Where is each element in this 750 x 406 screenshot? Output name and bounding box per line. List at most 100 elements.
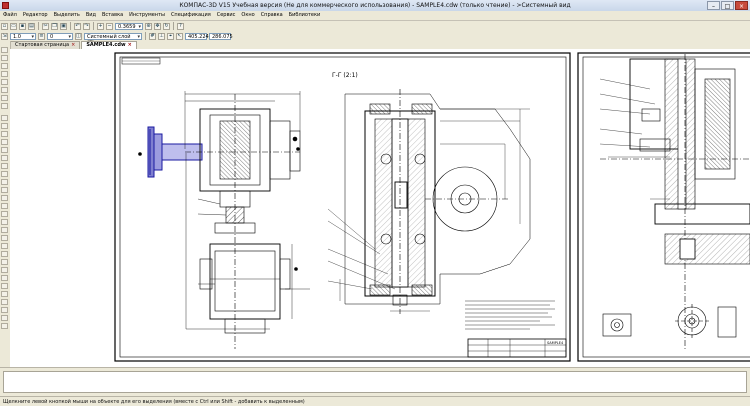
menu-help[interactable]: Справка — [258, 11, 286, 20]
close-tab-icon[interactable]: × — [128, 42, 132, 49]
layer-combo[interactable]: 0 — [47, 32, 73, 40]
extend-tool-icon[interactable] — [1, 243, 8, 249]
properties-area[interactable] — [3, 371, 747, 393]
toolbar-separator — [145, 32, 146, 40]
refresh-icon[interactable]: ↻ — [163, 22, 170, 30]
measure-tool-icon[interactable] — [1, 87, 8, 93]
menu-insert[interactable]: Вставка — [99, 11, 126, 20]
print-icon[interactable]: ▤ — [28, 22, 35, 30]
pan-icon[interactable]: ✥ — [154, 22, 161, 30]
zoom-out-icon[interactable]: − — [106, 22, 113, 30]
properties-panel — [0, 367, 750, 396]
split-tool-icon[interactable] — [1, 251, 8, 257]
rectangle-tool-icon[interactable] — [1, 179, 8, 185]
menu-libraries[interactable]: Библиотеки — [286, 11, 324, 20]
leader-tool-icon[interactable] — [1, 323, 8, 329]
close-tab-icon[interactable]: × — [71, 42, 75, 49]
view-icon: ◫ — [75, 32, 82, 40]
hatch-tool-icon[interactable] — [1, 211, 8, 217]
contour-tool-icon[interactable] — [1, 219, 8, 225]
polyline-tool-icon[interactable] — [1, 171, 8, 177]
parametrize-tool-icon[interactable] — [1, 79, 8, 85]
symbol-tool-icon[interactable] — [1, 63, 8, 69]
scale-combo[interactable]: 1.0 — [10, 32, 36, 40]
menu-edit[interactable]: Редактор — [20, 11, 51, 20]
toolbar-separator — [38, 22, 39, 30]
line-tool-icon[interactable] — [1, 123, 8, 129]
section-view: Г-Г (2:1) — [327, 72, 531, 314]
chamfer-tool-icon[interactable] — [1, 203, 8, 209]
scale-icon: ⇲ — [1, 32, 8, 40]
right-assembly-view — [599, 54, 750, 349]
menu-service[interactable]: Сервис — [214, 11, 239, 20]
cursor-icon[interactable]: ↖ — [176, 32, 183, 40]
zoom-in-icon[interactable]: + — [97, 22, 104, 30]
circle-tool-icon[interactable] — [1, 139, 8, 145]
window-controls: – □ × — [707, 1, 748, 10]
polygon-tool-icon[interactable] — [1, 187, 8, 193]
menu-window[interactable]: Окно — [238, 11, 257, 20]
drawing-svg: Г-Г (2:1) SAMPLE4 — [114, 52, 750, 362]
copy-tool-icon[interactable] — [1, 283, 8, 289]
notes-block — [465, 300, 555, 330]
cut-icon[interactable]: ✂ — [42, 22, 49, 30]
menu-bar: Файл Редактор Выделить Вид Вставка Инстр… — [0, 11, 750, 21]
rotate-tool-icon[interactable] — [1, 267, 8, 273]
text-tool-icon[interactable] — [1, 307, 8, 313]
sheet-1 — [114, 52, 571, 362]
zoom-window-icon[interactable]: ⊕ — [145, 22, 152, 30]
tab-label: Стартовая страница — [15, 42, 70, 48]
redo-icon[interactable]: ↷ — [83, 22, 90, 30]
point-tool-icon[interactable] — [1, 115, 8, 121]
tab-sample4[interactable]: SAMPLE4.cdw × — [81, 41, 137, 49]
table-tool-icon[interactable] — [1, 315, 8, 321]
dimension-tool-icon[interactable] — [1, 55, 8, 61]
zoom-combo[interactable]: 0.3659 — [115, 22, 143, 30]
move-tool-icon[interactable] — [1, 291, 8, 297]
coord-y-field[interactable]: 286.075 — [209, 32, 233, 40]
arc-tool-icon[interactable] — [1, 147, 8, 153]
paste-icon[interactable]: ▣ — [60, 22, 67, 30]
stamp-title: SAMPLE4 — [547, 341, 564, 345]
snap-icon[interactable]: ⌖ — [167, 32, 174, 40]
save-icon[interactable]: ▪ — [19, 22, 26, 30]
status-hint: Щелкните левой кнопкой мыши на объекте д… — [3, 399, 305, 405]
view-combo[interactable]: Системный слой (0) — [84, 32, 142, 46]
spline-tool-icon[interactable] — [1, 163, 8, 169]
open-file-icon[interactable]: ▭ — [10, 22, 17, 30]
close-button[interactable]: × — [735, 1, 748, 10]
toolbar-separator — [70, 22, 71, 30]
select-tool-icon[interactable] — [1, 95, 8, 101]
title-block: SAMPLE4 — [467, 338, 567, 358]
scale-tool-icon[interactable] — [1, 275, 8, 281]
fillet-tool-icon[interactable] — [1, 195, 8, 201]
help-icon[interactable]: ? — [177, 22, 184, 30]
menu-select[interactable]: Выделить — [51, 11, 83, 20]
undo-icon[interactable]: ↶ — [74, 22, 81, 30]
new-file-icon[interactable]: ▫ — [1, 22, 8, 30]
edit-tool-icon[interactable] — [1, 71, 8, 77]
ellipse-tool-icon[interactable] — [1, 155, 8, 161]
trim-tool-icon[interactable] — [1, 235, 8, 241]
segment-tool-icon[interactable] — [1, 131, 8, 137]
coord-x-field[interactable]: 405.224 — [185, 32, 209, 40]
geometry-tool-icon[interactable] — [1, 47, 8, 53]
maximize-button[interactable]: □ — [721, 1, 734, 10]
tab-label: SAMPLE4.cdw — [86, 42, 126, 48]
tab-start-page[interactable]: Стартовая страница × — [10, 41, 81, 49]
minimize-button[interactable]: – — [707, 1, 720, 10]
layer-icon: ≡ — [38, 32, 45, 40]
offset-tool-icon[interactable] — [1, 227, 8, 233]
mirror-tool-icon[interactable] — [1, 259, 8, 265]
copy-icon[interactable]: ❐ — [51, 22, 58, 30]
menu-tools[interactable]: Инструменты — [126, 11, 168, 20]
grid-icon[interactable]: # — [149, 32, 156, 40]
spec-tool-icon[interactable] — [1, 103, 8, 109]
menu-file[interactable]: Файл — [0, 11, 20, 20]
document-tabs: Стартовая страница × SAMPLE4.cdw × — [10, 41, 750, 49]
delete-tool-icon[interactable] — [1, 299, 8, 305]
menu-view[interactable]: Вид — [83, 11, 99, 20]
drawing-canvas[interactable]: Г-Г (2:1) SAMPLE4 — [10, 49, 750, 367]
ortho-icon[interactable]: ⊥ — [158, 32, 165, 40]
menu-specification[interactable]: Спецификация — [168, 11, 214, 20]
